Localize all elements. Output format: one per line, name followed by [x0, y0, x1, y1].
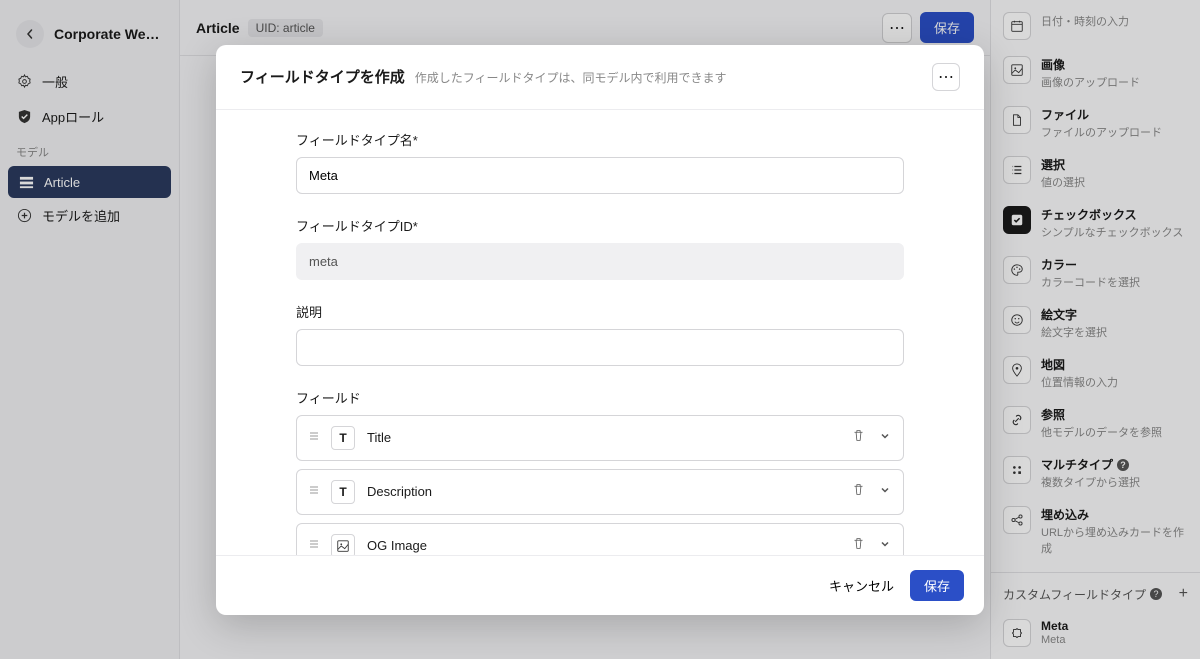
description-input[interactable] — [296, 329, 904, 366]
modal-save-button[interactable]: 保存 — [910, 570, 964, 601]
field-type-badge — [331, 534, 355, 555]
description-label: 説明 — [296, 302, 904, 321]
modal-subtitle: 作成したフィールドタイプは、同モデル内で利用できます — [415, 69, 727, 86]
fields-label: フィールド — [296, 388, 904, 407]
field-type-badge: T — [331, 480, 355, 504]
field-type-name-input[interactable] — [296, 157, 904, 194]
modal-menu-button[interactable]: ⋯ — [932, 63, 960, 91]
field-name: Description — [367, 484, 840, 499]
field-type-id-input — [296, 243, 904, 280]
cancel-button[interactable]: キャンセル — [829, 576, 894, 595]
field-name: OG Image — [367, 538, 840, 553]
modal-overlay: フィールドタイプを作成 作成したフィールドタイプは、同モデル内で利用できます ⋯… — [0, 0, 1200, 659]
field-name: Title — [367, 430, 840, 445]
expand-field-button[interactable] — [879, 537, 891, 555]
delete-field-button[interactable] — [852, 483, 865, 501]
expand-field-button[interactable] — [879, 429, 891, 447]
delete-field-button[interactable] — [852, 537, 865, 555]
field-type-name-label: フィールドタイプ名* — [296, 130, 904, 149]
delete-field-button[interactable] — [852, 429, 865, 447]
drag-handle-icon[interactable] — [309, 537, 319, 555]
field-type-badge: T — [331, 426, 355, 450]
drag-handle-icon[interactable] — [309, 429, 319, 447]
expand-field-button[interactable] — [879, 483, 891, 501]
field-type-id-label: フィールドタイプID* — [296, 216, 904, 235]
modal-title: フィールドタイプを作成 — [240, 66, 405, 87]
field-row: T Title — [296, 415, 904, 461]
field-row: OG Image — [296, 523, 904, 555]
drag-handle-icon[interactable] — [309, 483, 319, 501]
field-row: T Description — [296, 469, 904, 515]
create-field-type-modal: フィールドタイプを作成 作成したフィールドタイプは、同モデル内で利用できます ⋯… — [216, 45, 984, 615]
dots-icon: ⋯ — [938, 67, 954, 87]
